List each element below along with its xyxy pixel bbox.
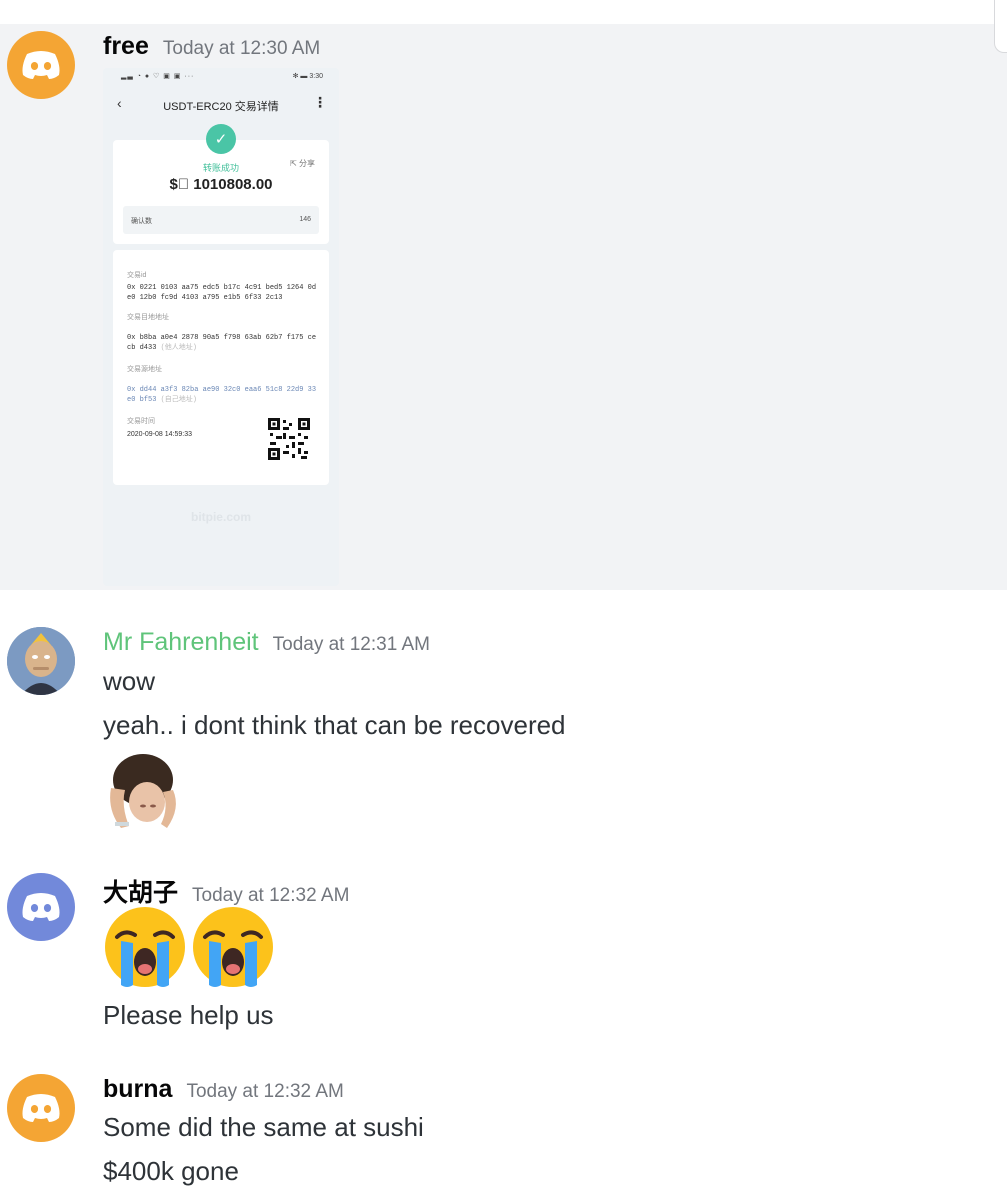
qr-code-icon	[268, 418, 310, 460]
emoji-row	[103, 907, 275, 989]
stonks-man-avatar-icon	[7, 627, 75, 695]
avatar[interactable]	[7, 873, 75, 941]
message-header: burna Today at 12:32 AM	[103, 1075, 344, 1104]
time-label: 交易时间	[127, 418, 155, 425]
avatar[interactable]	[7, 31, 75, 99]
discord-logo-icon	[22, 893, 60, 921]
src-value: 0x dd44 a3f3 82ba ae90 32c0 eaa6 51c8 22…	[127, 386, 317, 404]
message-text: yeah.. i dont think that can be recovere…	[103, 710, 566, 740]
dest-value: 0x b8ba a0e4 2878 90a5 f798 63ab 62b7 f1…	[127, 334, 317, 352]
timestamp[interactable]: Today at 12:30 AM	[163, 38, 320, 60]
username[interactable]: free	[103, 32, 149, 61]
username[interactable]: burna	[103, 1075, 172, 1104]
message-header: free Today at 12:30 AM	[103, 32, 320, 61]
discord-logo-icon	[22, 1094, 60, 1122]
src-label: 交易源地址	[127, 366, 162, 373]
message-text: $400k gone	[103, 1156, 239, 1186]
timestamp[interactable]: Today at 12:32 AM	[192, 885, 349, 907]
message-text: Please help us	[103, 1000, 274, 1030]
txid-value: 0x 0221 0103 aa75 edc5 b17c 4c91 bed5 12…	[127, 284, 317, 302]
timestamp[interactable]: Today at 12:32 AM	[186, 1081, 343, 1103]
message-header: Mr Fahrenheit Today at 12:31 AM	[103, 628, 430, 657]
amount: $⃫ 1010808.00	[169, 176, 273, 193]
timestamp[interactable]: Today at 12:31 AM	[273, 634, 430, 656]
status-time: ✻ ▬ 3:30	[292, 73, 323, 80]
loudly-crying-face-icon[interactable]	[103, 907, 187, 989]
watermark: bitpie.com	[190, 510, 251, 524]
avatar[interactable]	[7, 627, 75, 695]
message-header: 大胡子 Today at 12:32 AM	[103, 873, 349, 909]
dest-label: 交易目地地址	[127, 314, 169, 321]
amount-card: 转账成功 ⇱ 分享 $⃫ 1010808.00 确认数 146	[113, 140, 329, 244]
avatar[interactable]	[7, 1074, 75, 1142]
more-icon: ⋮	[313, 94, 327, 110]
status-icons: ▂▃ ◔ ● ♡ ▣ ▣ ···	[121, 73, 195, 80]
message-text: Some did the same at sushi	[103, 1112, 424, 1142]
discord-logo-icon	[22, 51, 60, 79]
scrollbar-edge[interactable]	[994, 0, 1007, 53]
confirmations-label: 确认数	[131, 218, 152, 225]
loudly-crying-face-icon[interactable]	[191, 907, 275, 989]
phone-title: USDT-ERC20 交易详情	[163, 101, 279, 113]
username[interactable]: Mr Fahrenheit	[103, 628, 259, 657]
details-card: 交易id 0x 0221 0103 aa75 edc5 b17c 4c91 be…	[113, 250, 329, 485]
txid-label: 交易id	[127, 272, 147, 279]
confirmations-row: 确认数 146	[123, 206, 319, 234]
phone-status-bar: ▂▃ ◔ ● ♡ ▣ ▣ ··· ✻ ▬ 3:30	[103, 68, 339, 86]
check-icon: ✓	[206, 124, 236, 154]
username[interactable]: 大胡子	[103, 873, 178, 909]
message-text: wow	[103, 666, 156, 696]
man-holding-head-sticker-icon	[103, 750, 183, 836]
image-attachment[interactable]: ▂▃ ◔ ● ♡ ▣ ▣ ··· ✻ ▬ 3:30 ‹ USDT-ERC20 交…	[103, 68, 339, 586]
share-link: ⇱ 分享	[290, 159, 315, 168]
confirmations-count: 146	[299, 216, 311, 223]
phone-nav-bar: ‹ USDT-ERC20 交易详情 ⋮	[103, 92, 339, 118]
